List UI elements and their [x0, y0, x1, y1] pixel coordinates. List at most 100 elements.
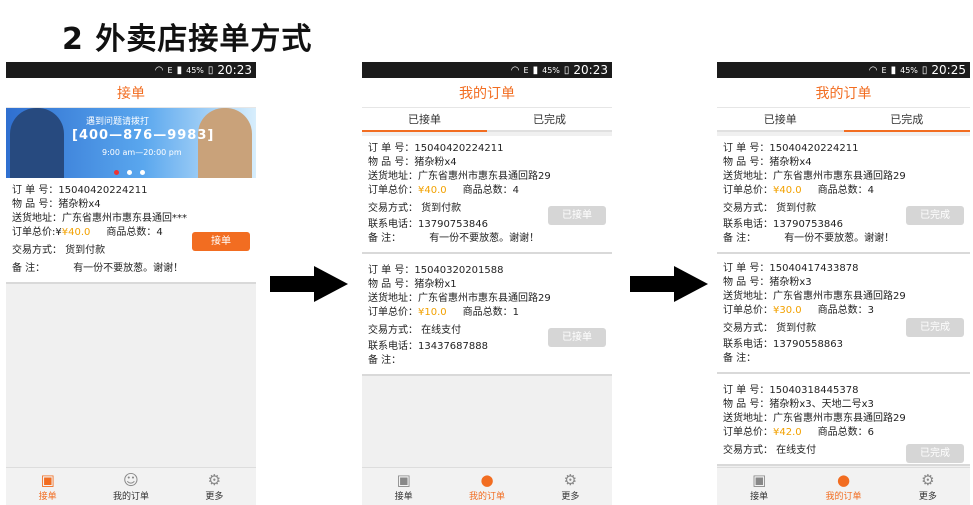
nav-label: 更多	[205, 492, 224, 502]
completed-status-button[interactable]: 已完成	[906, 206, 964, 225]
order-tabs: 已接单 已完成	[362, 108, 612, 132]
battery-level: 45%	[186, 65, 204, 75]
clock: 20:23	[217, 63, 252, 77]
order-card: 订 单 号：15040420224211 物 品 号：猪杂粉x4 送货地址：广东…	[6, 178, 256, 284]
order-total-row: 订单总价： ¥40.0 商品总数：4	[723, 184, 964, 198]
total-label: 订单总价：	[368, 307, 418, 318]
order-items: 物 品 号：猪杂粉x3、天地二号x3	[723, 399, 874, 410]
bottom-nav: ▣ 接单 ● 我的订单 ⚙ 更多	[362, 467, 612, 505]
accept-order-button[interactable]: 接单	[192, 232, 250, 251]
clipboard-check-icon: ▣	[752, 471, 767, 489]
accepted-status-button[interactable]: 已接单	[548, 206, 606, 225]
total-price: ¥40.0	[418, 185, 447, 196]
tab-completed[interactable]: 已完成	[487, 108, 612, 132]
flow-arrow-icon	[630, 266, 708, 302]
nav-label: 更多	[561, 492, 580, 502]
tab-accepted[interactable]: 已接单	[717, 108, 844, 132]
phone-screen-accept: ◠ E ▮ 45% ▯ 20:23 接单 遇到问题请拨打 [400—876—99…	[6, 62, 256, 505]
nav-my-orders[interactable]: ● 我的订单	[445, 468, 528, 505]
bottom-nav: ▣ 接单 ● 我的订单 ⚙ 更多	[717, 467, 970, 505]
order-note-row: 备 注： 有一份不要放葱。谢谢！	[368, 232, 606, 246]
pager-dot[interactable]	[127, 170, 132, 175]
status-bar: ◠ E ▮ 45% ▯ 20:25	[717, 62, 970, 78]
nav-my-orders[interactable]: ☺ 我的订单	[89, 468, 172, 505]
battery-icon: ▯	[921, 64, 928, 76]
wifi-icon: ◠	[510, 64, 520, 76]
order-card: 订 单 号：15040420224211 物 品 号：猪杂粉x4 送货地址：广东…	[717, 136, 970, 254]
nav-accept[interactable]: ▣ 接单	[717, 468, 801, 505]
banner-pager	[114, 170, 145, 175]
status-bar: ◠ E ▮ 45% ▯ 20:23	[362, 62, 612, 78]
banner-man-image	[10, 108, 64, 178]
total-price: ¥42.0	[773, 427, 802, 438]
total-label: 订单总价：	[368, 185, 418, 196]
order-card: 订 单 号：15040320201588 物 品 号：猪杂粉x1 送货地址：广东…	[362, 254, 612, 376]
clock: 20:23	[573, 63, 608, 77]
nav-my-orders[interactable]: ● 我的订单	[801, 468, 885, 505]
tab-completed[interactable]: 已完成	[843, 108, 970, 132]
battery-level: 45%	[900, 65, 918, 75]
total-label: 订单总价：	[723, 427, 773, 438]
nav-label: 我的订单	[468, 492, 505, 502]
contact-phone: 联系电话：13790558863	[723, 339, 843, 350]
pager-dot[interactable]	[140, 170, 145, 175]
clipboard-check-icon: ▣	[40, 471, 55, 489]
app-title: 我的订单	[717, 78, 970, 108]
order-note-row: 备 注： 有一份不要放葱。谢谢！	[12, 262, 250, 276]
banner-hint: 遇到问题请拨打	[86, 117, 150, 127]
completed-status-button[interactable]: 已完成	[906, 444, 964, 463]
order-address: 送货地址：广东省惠州市惠东县通回路29	[723, 413, 906, 424]
gear-icon: ⚙	[563, 471, 578, 489]
nav-accept[interactable]: ▣ 接单	[362, 468, 445, 505]
battery-icon: ▯	[563, 64, 570, 76]
banner-hours: 9:00 am—20:00 pm	[102, 148, 182, 157]
total-price: ¥40.0	[773, 185, 802, 196]
order-note: 有一份不要放葱。谢谢！	[73, 263, 184, 274]
gear-icon: ⚙	[921, 471, 935, 489]
order-address: 送货地址：广东省惠州市惠东县通回路29	[723, 291, 906, 302]
order-items: 物 品 号：猪杂粉x4	[12, 199, 101, 210]
nav-more[interactable]: ⚙ 更多	[886, 468, 970, 505]
completed-status-button[interactable]: 已完成	[906, 318, 964, 337]
tab-accepted[interactable]: 已接单	[362, 108, 487, 132]
order-items: 物 品 号：猪杂粉x3	[723, 277, 812, 288]
app-title: 接单	[6, 78, 256, 108]
promo-banner[interactable]: 遇到问题请拨打 [400—876—9983] 9:00 am—20:00 pm	[6, 108, 256, 178]
nav-more[interactable]: ⚙ 更多	[173, 468, 256, 505]
order-total-row: 订单总价： ¥10.0 商品总数：1	[368, 306, 606, 320]
app-title: 我的订单	[362, 78, 612, 108]
order-number: 订 单 号：15040417433878	[723, 263, 859, 274]
total-label: 订单总价：	[723, 185, 773, 196]
order-number: 订 单 号：15040420224211	[12, 185, 148, 196]
item-count: 商品总数：3	[817, 305, 875, 316]
nav-more[interactable]: ⚙ 更多	[529, 468, 612, 505]
order-items: 物 品 号：猪杂粉x4	[723, 157, 812, 168]
nav-accept[interactable]: ▣ 接单	[6, 468, 89, 505]
order-address: 送货地址：广东省惠州市惠东县通回路29	[723, 171, 906, 182]
nav-label: 更多	[918, 492, 937, 502]
order-note-row: 备 注：	[723, 352, 964, 366]
pager-dot[interactable]	[114, 170, 119, 175]
order-note: 有一份不要放葱。谢谢！	[784, 233, 895, 244]
status-bar: ◠ E ▮ 45% ▯ 20:23	[6, 62, 256, 78]
order-note-row: 备 注：	[368, 354, 606, 368]
accepted-status-button[interactable]: 已接单	[548, 328, 606, 347]
signal-icon: ▮	[532, 64, 539, 76]
order-number: 订 单 号：15040318445378	[723, 385, 859, 396]
item-count: 商品总数：6	[817, 427, 875, 438]
total-label: 订单总价：	[723, 305, 773, 316]
gear-icon: ⚙	[207, 471, 222, 489]
total-price: ¥10.0	[418, 307, 447, 318]
item-count: 商品总数：4	[462, 185, 520, 196]
order-total-row: 订单总价： ¥42.0 商品总数：6	[723, 426, 964, 440]
note-label: 备 注：	[12, 263, 46, 274]
item-count: 商品总数：1	[462, 307, 520, 318]
clock: 20:25	[931, 63, 966, 77]
order-total-row: 订单总价： ¥40.0 商品总数：4	[368, 184, 606, 198]
order-items: 物 品 号：猪杂粉x1	[368, 279, 457, 290]
nav-label: 我的订单	[112, 492, 149, 502]
banner-woman-image	[198, 108, 252, 178]
total-label: 订单总价:¥	[12, 227, 62, 238]
order-card: 订 单 号：15040417433878 物 品 号：猪杂粉x3 送货地址：广东…	[717, 254, 970, 374]
network-type: E	[167, 65, 173, 75]
